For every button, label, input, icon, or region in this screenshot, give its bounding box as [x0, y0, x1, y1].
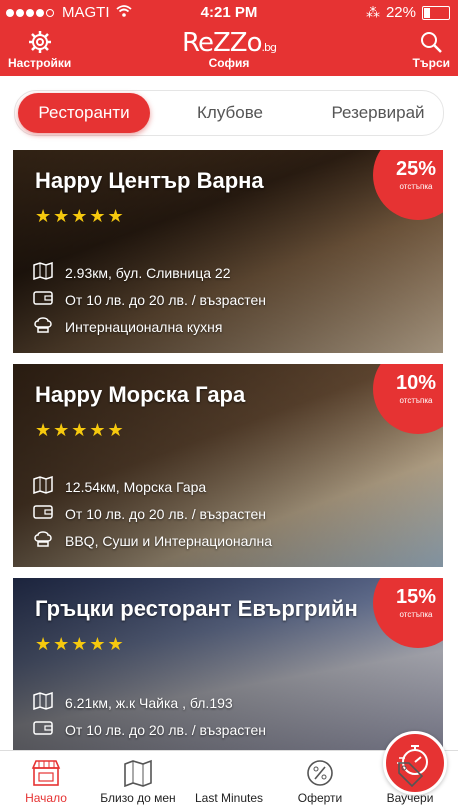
nav-offers-label: Оферти: [297, 791, 343, 805]
cuisine-text: BBQ, Суши и Интернационална: [65, 532, 273, 549]
chef-hat-icon: [33, 530, 53, 551]
discount-label: отстъпка: [399, 396, 433, 405]
voucher-tag-icon: [364, 759, 456, 787]
price-row: От 10 лв. до 20 лв. / възрастен: [33, 504, 266, 523]
search-label: Търси: [412, 56, 450, 70]
tab-restaurants[interactable]: Ресторанти: [18, 93, 150, 133]
nav-last-minutes[interactable]: Last Minutes: [183, 731, 447, 805]
nav-offers[interactable]: Оферти: [274, 759, 366, 805]
search-icon: [413, 30, 450, 54]
cuisine-row: BBQ, Суши и Интернационална: [33, 530, 272, 551]
app-logo: ReZZo.bg София: [0, 28, 458, 70]
nav-home-label: Начало: [25, 791, 67, 805]
wallet-icon: [33, 504, 53, 523]
rating-stars: ★★★★★: [35, 206, 126, 226]
discount-label: отстъпка: [399, 610, 433, 619]
bluetooth-icon: ⁂: [365, 4, 380, 20]
price-text: От 10 лв. до 20 лв. / възрастен: [65, 291, 266, 308]
address-text: 2.93км, бул. Сливница 22: [65, 264, 231, 281]
discount-tag-icon: [274, 759, 366, 787]
restaurant-card[interactable]: Happy Морска Гара ★★★★★ 12.54км, Морска …: [13, 364, 443, 567]
discount-percent: 15%: [395, 586, 437, 608]
cuisine-row: Интернационална кухня: [33, 316, 222, 337]
rating-stars: ★★★★★: [35, 634, 126, 654]
logo-text: ReZZo: [182, 28, 262, 58]
address-text: 12.54км, Морска Гара: [65, 478, 207, 495]
wallet-icon: [33, 720, 53, 739]
wallet-icon: [33, 290, 53, 309]
nav-nearby[interactable]: Близо до мен: [92, 759, 184, 805]
tab-reserve[interactable]: Резервирай: [313, 91, 443, 135]
price-text: От 10 лв. до 20 лв. / възрастен: [65, 505, 266, 522]
city-label[interactable]: София: [0, 56, 458, 70]
restaurant-card[interactable]: Happy Център Варна ★★★★★ 2.93км, бул. Сл…: [13, 150, 443, 353]
map-icon: [33, 261, 53, 283]
status-bar: MAGTI 4:21 PM ⁂ 22%: [0, 0, 458, 26]
discount-percent: 10%: [395, 372, 437, 394]
map-icon: [33, 475, 53, 497]
nav-vouchers[interactable]: Ваучери: [364, 759, 456, 805]
address-text: 6.21км, ж.к Чайка , бл.193: [65, 694, 233, 711]
discount-percent: 25%: [395, 158, 437, 180]
price-row: От 10 лв. до 20 лв. / възрастен: [33, 720, 266, 739]
restaurant-title: Гръцки ресторант Евъргрийн: [35, 596, 358, 621]
nav-nearby-label: Близо до мен: [100, 791, 176, 805]
logo-suffix: .bg: [261, 41, 277, 54]
battery-percent: 22%: [385, 4, 416, 21]
bottom-navigation: Начало Близо до мен Last Minutes Оферти …: [0, 731, 458, 811]
search-button[interactable]: Търси: [413, 30, 450, 70]
chef-hat-icon: [33, 316, 53, 337]
app-header: MAGTI 4:21 PM ⁂ 22% Настройки ReZZo.bg С…: [0, 0, 458, 76]
rating-stars: ★★★★★: [35, 420, 126, 440]
storefront-icon: [0, 759, 92, 787]
nav-vouchers-label: Ваучери: [386, 791, 434, 805]
restaurant-card[interactable]: Гръцки ресторант Евъргрийн ★★★★★ 6.21км,…: [13, 578, 443, 750]
address-row: 12.54км, Морска Гара: [33, 475, 207, 497]
map-icon: [33, 691, 53, 713]
nav-last-minutes-label: Last Minutes: [194, 791, 264, 805]
tab-clubs[interactable]: Клубове: [175, 91, 285, 135]
nav-home[interactable]: Начало: [0, 759, 92, 805]
price-row: От 10 лв. до 20 лв. / възрастен: [33, 290, 266, 309]
map-icon: [92, 759, 184, 787]
address-row: 2.93км, бул. Сливница 22: [33, 261, 231, 283]
discount-label: отстъпка: [399, 182, 433, 191]
restaurant-title: Happy Център Варна: [35, 168, 264, 193]
address-row: 6.21км, ж.к Чайка , бл.193: [33, 691, 233, 713]
price-text: От 10 лв. до 20 лв. / възрастен: [65, 721, 266, 738]
cuisine-text: Интернационална кухня: [65, 318, 223, 335]
battery-icon: [422, 5, 450, 20]
restaurant-title: Happy Морска Гара: [35, 382, 246, 407]
category-tabs: Ресторанти Клубове Резервирай: [14, 90, 444, 136]
